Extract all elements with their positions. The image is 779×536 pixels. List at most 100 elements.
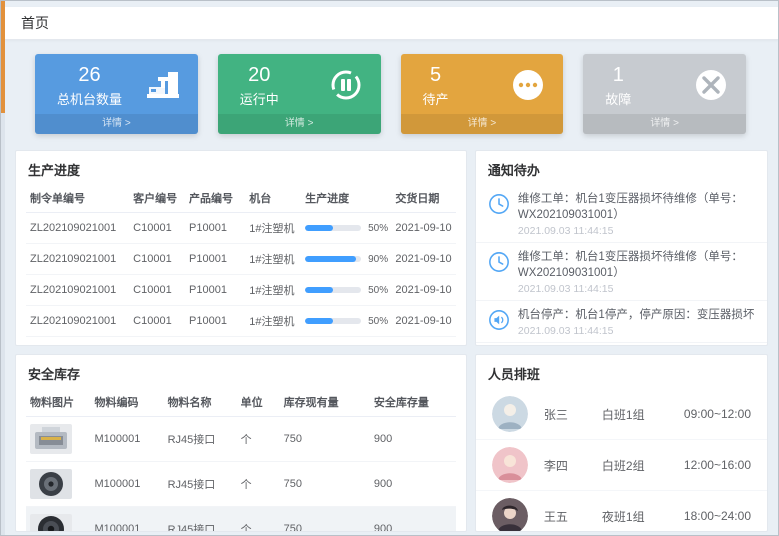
production-progress-panel: 生产进度 制令单编号 客户编号 产品编号 机台 生产进度 交货日期 [15, 150, 467, 346]
table-row[interactable]: ZL202109021001 C10001 P10001 1#注塑机 50% 2… [26, 275, 456, 306]
col-header: 制令单编号 [26, 185, 129, 213]
machine-cell: 1#注塑机 [245, 213, 301, 244]
stat-card-fault[interactable]: 1 故障 详情 > [583, 54, 746, 134]
table-row[interactable]: ZL202109021001 C10001 P10001 1#注塑机 50% 2… [26, 306, 456, 337]
progress-fill [305, 256, 355, 262]
panel-title-notices: 通知待办 [476, 151, 767, 185]
notice-item[interactable]: 维修工单：机台1变压器损坏待维修（单号：WX202109031001） 2021… [476, 185, 767, 243]
stock-cell: 750 [280, 417, 370, 462]
product-cell: P10001 [185, 275, 245, 306]
customer-cell: C10001 [129, 244, 185, 275]
stat-card-body: 26 总机台数量 [35, 54, 198, 110]
progress-track [305, 256, 361, 262]
left-edge-accent [1, 1, 5, 113]
machine-cell: 1#注塑机 [245, 306, 301, 337]
panel-title-production: 生产进度 [16, 151, 466, 185]
stat-card-body: 1 故障 [583, 54, 746, 110]
shift-time: 12:00~16:00 [684, 458, 751, 472]
date-cell: 2021-09-10 [391, 213, 456, 244]
progress-fill [305, 318, 333, 324]
shift-time: 09:00~12:00 [684, 407, 751, 421]
stat-detail-link[interactable]: 详情 > [401, 114, 564, 134]
stat-detail-link[interactable]: 详情 > [583, 114, 746, 134]
schedule-row[interactable]: 张三 白班1组 09:00~12:00 [476, 389, 767, 440]
stat-info: 5 待产 [423, 63, 449, 108]
safety-cell: 900 [370, 507, 456, 533]
notice-item[interactable]: 维修工单：机台1变压器损坏待维修（单号：WX202109031001） 2021… [476, 243, 767, 301]
product-cell: P10001 [185, 337, 245, 347]
col-header: 交货日期 [391, 185, 456, 213]
order-cell: ZL202109021001 [26, 213, 129, 244]
stat-value: 1 [605, 63, 631, 87]
col-header: 安全库存量 [370, 389, 456, 417]
panel-title-schedule: 人员排班 [476, 355, 767, 389]
stat-card-running[interactable]: 20 运行中 详情 > [218, 54, 381, 134]
stat-detail-link[interactable]: 详情 > [35, 114, 198, 134]
notices-panel: 通知待办 维修工单：机台1变压器损坏待维修（单号：WX202109031001）… [475, 150, 768, 346]
notice-time: 2021.09.03 11:44:15 [518, 225, 755, 237]
person-name: 张三 [544, 406, 602, 423]
notice-item[interactable]: 机台停产：机台1停产，停产原因：变压器损坏 2021.09.03 11:44:1… [476, 301, 767, 343]
notice-body: 维修工单：机台1变压器损坏待维修（单号：WX202109031001） 2021… [518, 249, 755, 295]
customer-cell: C10001 [129, 306, 185, 337]
progress-cell: 50% [301, 306, 391, 337]
stat-value: 26 [57, 63, 122, 87]
unit-cell: 个 [237, 507, 280, 533]
table-row[interactable]: M100001 RJ45接口 个 750 900 [26, 417, 456, 462]
avatar [492, 498, 528, 532]
shift-label: 夜班1组 [602, 508, 684, 525]
topbar: 首页 [5, 7, 778, 40]
left-edge-strip [1, 1, 5, 535]
order-cell: ZL202109021001 [26, 337, 129, 347]
stat-card-body: 5 待产 [401, 54, 564, 110]
progress-track [305, 287, 361, 293]
notice-body: 机台停产：机台1停产，停产原因：变压器损坏 2021.09.03 11:44:1… [518, 307, 754, 337]
schedule-row[interactable]: 李四 白班2组 12:00~16:00 [476, 440, 767, 491]
stat-value: 20 [240, 63, 279, 87]
table-row[interactable]: ZL202109021001 C10001 P10001 1#注塑机 90% 2… [26, 244, 456, 275]
customer-cell: C10001 [129, 213, 185, 244]
progress-label: 90% [368, 254, 388, 265]
stock-cell: 750 [280, 462, 370, 507]
col-header: 物料编码 [90, 389, 163, 417]
speaker-icon [488, 307, 510, 337]
order-cell: ZL202109021001 [26, 275, 129, 306]
notice-text: 机台停产：机台1停产，停产原因：变压器损坏 [518, 307, 754, 323]
progress-track [305, 318, 361, 324]
product-cell: P10001 [185, 244, 245, 275]
progress-cell: 50% [301, 213, 391, 244]
stat-card-total-machines[interactable]: 26 总机台数量 详情 > [35, 54, 198, 134]
table-row[interactable]: ZL202109021001 C10001 P10001 1#注塑机 50% 2… [26, 337, 456, 347]
progress-fill [305, 287, 333, 293]
pending-icon [509, 66, 547, 104]
clock-icon [488, 191, 510, 237]
inventory-header-row: 物料图片 物料编码 物料名称 单位 库存现有量 安全库存量 [26, 389, 456, 417]
product-cell: P10001 [185, 306, 245, 337]
inventory-table: 物料图片 物料编码 物料名称 单位 库存现有量 安全库存量 [26, 389, 456, 532]
notice-text: 维修工单：机台1变压器损坏待维修（单号：WX202109031001） [518, 191, 755, 223]
stat-card-pending[interactable]: 5 待产 详情 > [401, 54, 564, 134]
safety-cell: 900 [370, 462, 456, 507]
material-code-cell: M100001 [90, 507, 163, 533]
speaker-photo [30, 514, 72, 532]
material-name-cell: RJ45接口 [164, 417, 237, 462]
material-code-cell: M100001 [90, 417, 163, 462]
round-connector-photo [30, 469, 72, 499]
notice-item[interactable]: 计划暂停：机台1生产计划已暂停 2021.09.03 11:44:15 [476, 343, 767, 346]
schedule-row[interactable]: 王五 夜班1组 18:00~24:00 [476, 491, 767, 532]
table-row[interactable]: M100001 RJ45接口 个 750 900 [26, 507, 456, 533]
person-name: 李四 [544, 457, 602, 474]
table-row[interactable]: ZL202109021001 C10001 P10001 1#注塑机 50% 2… [26, 213, 456, 244]
dashboard-page: 首页 26 总机台数量 [0, 0, 779, 536]
avatar [492, 396, 528, 432]
clock-icon [488, 249, 510, 295]
col-header: 物料名称 [164, 389, 237, 417]
table-row[interactable]: M100001 RJ45接口 个 750 900 [26, 462, 456, 507]
material-code-cell: M100001 [90, 462, 163, 507]
stat-detail-link[interactable]: 详情 > [218, 114, 381, 134]
progress-track [305, 225, 361, 231]
customer-cell: C10001 [129, 337, 185, 347]
col-header: 机台 [245, 185, 301, 213]
material-image-cell [26, 417, 90, 462]
schedule-panel: 人员排班 张三 白班1组 09:00~12:00 李四 白班2组 12:00~1… [475, 354, 768, 532]
